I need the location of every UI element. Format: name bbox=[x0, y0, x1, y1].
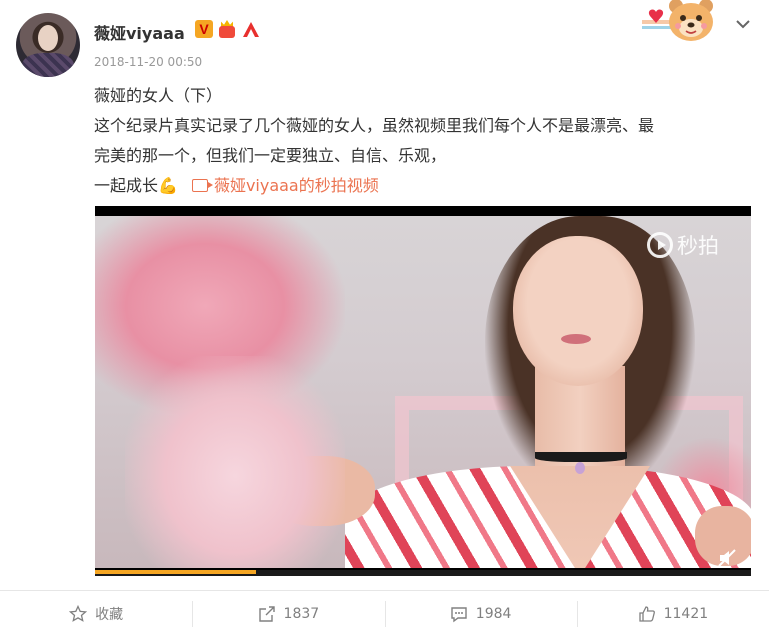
post-text-line-4-text: 一起成长 bbox=[94, 176, 159, 195]
post-text-line-2: 这个纪录片真实记录了几个薇娅的女人，虽然视频里我们每个人不是最漂亮、最 bbox=[94, 116, 655, 135]
figure-lips bbox=[561, 334, 591, 344]
like-count: 11421 bbox=[663, 605, 709, 622]
comment-icon bbox=[451, 606, 467, 622]
figure-charm bbox=[575, 462, 585, 474]
bg-blur-2 bbox=[125, 356, 345, 568]
comment-count: 1984 bbox=[475, 605, 512, 622]
favorite-button[interactable]: 收藏 bbox=[0, 591, 192, 636]
chevron-down-icon[interactable] bbox=[733, 14, 753, 34]
bear-mascot-icon bbox=[642, 0, 713, 41]
username[interactable]: 薇娅viyaaa bbox=[94, 20, 185, 44]
a-badge-icon[interactable] bbox=[241, 20, 261, 38]
progress-track[interactable] bbox=[95, 570, 751, 576]
play-circle-icon bbox=[647, 232, 673, 258]
mute-icon[interactable] bbox=[717, 548, 737, 568]
crown-badge-icon[interactable] bbox=[217, 20, 237, 38]
repost-button[interactable]: 1837 bbox=[192, 591, 384, 636]
watermark-label: 秒拍 bbox=[677, 234, 719, 258]
figure-face bbox=[513, 236, 643, 386]
post-text-line-3: 完美的那一个，但我们一定要独立、自信、乐观， bbox=[94, 146, 447, 165]
action-bar: 收藏 1837 1984 11421 bbox=[0, 590, 769, 636]
post-title: 薇娅的女人（下） bbox=[94, 86, 223, 105]
video-link-label: 薇娅viyaaa的秒拍视频 bbox=[213, 176, 379, 195]
video-camera-icon bbox=[191, 179, 213, 192]
video-frame[interactable]: 秒拍 bbox=[95, 216, 751, 568]
flexed-bicep-icon: 💪 bbox=[158, 176, 178, 195]
comment-button[interactable]: 1984 bbox=[384, 591, 577, 636]
progress-fill bbox=[95, 570, 256, 574]
avatar-face bbox=[38, 25, 58, 51]
share-icon bbox=[258, 605, 275, 622]
verified-v-icon[interactable]: V bbox=[195, 20, 213, 38]
star-icon bbox=[69, 604, 88, 622]
video-player[interactable]: 秒拍 bbox=[95, 206, 751, 576]
user-badges: V bbox=[195, 20, 261, 38]
figure-choker bbox=[535, 452, 627, 462]
favorite-label: 收藏 bbox=[95, 606, 124, 623]
avatar-coat bbox=[22, 53, 74, 77]
post-text-line-4: 一起成长💪 薇娅viyaaa的秒拍视频 bbox=[94, 176, 379, 196]
repost-count: 1837 bbox=[283, 605, 320, 622]
post-time[interactable]: 2018-11-20 00:50 bbox=[94, 55, 202, 69]
video-link[interactable]: 薇娅viyaaa的秒拍视频 bbox=[191, 176, 379, 195]
user-avatar[interactable] bbox=[16, 13, 80, 77]
like-button[interactable]: 11421 bbox=[576, 591, 769, 636]
thumbs-up-icon bbox=[638, 605, 655, 622]
miaopai-watermark: 秒拍 bbox=[647, 230, 719, 260]
